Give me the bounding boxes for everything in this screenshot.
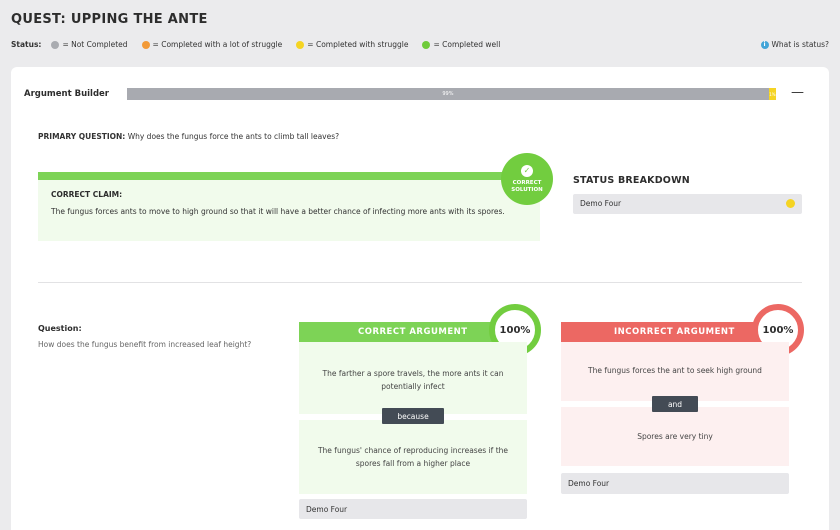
legend-label: = Not Completed — [62, 40, 128, 49]
badge-line2: SOLUTION — [511, 186, 543, 193]
section-divider — [38, 282, 802, 283]
because-connector: because — [382, 408, 444, 424]
yellow-dot-icon — [296, 40, 305, 49]
progress-not-completed-segment: 99% — [442, 91, 454, 97]
and-connector: and — [652, 396, 698, 412]
correct-argument-statement1: The farther a spore travels, the more an… — [322, 369, 504, 391]
collapse-icon[interactable]: — — [791, 85, 804, 100]
primary-question-label: PRIMARY QUESTION: — [38, 132, 126, 141]
correct-solution-badge: ✓ CORRECT SOLUTION — [501, 153, 553, 205]
legend-label: = Completed well — [433, 40, 501, 49]
correct-argument-statement2: The fungus' chance of reproducing increa… — [317, 446, 509, 468]
yellow-status-dot-icon — [786, 199, 795, 208]
correct-claim-text: The fungus forces ants to move to high g… — [51, 207, 505, 216]
progress-bar: 99% 1% — [127, 88, 776, 100]
legend-item-struggle: = Completed with struggle — [296, 40, 408, 49]
info-icon: i — [760, 40, 769, 49]
help-link-text: What is status? — [771, 40, 830, 49]
incorrect-argument-header: INCORRECT ARGUMENT — [561, 322, 777, 342]
check-icon: ✓ — [521, 164, 533, 177]
student-name: Demo Four — [580, 199, 622, 208]
what-is-status-link[interactable]: i What is status? — [760, 40, 830, 49]
incorrect-argument-statement1: The fungus forces the ant to seek high g… — [588, 366, 762, 375]
primary-question-text: Why does the fungus force the ants to cl… — [127, 132, 340, 141]
green-dot-icon — [422, 40, 431, 49]
status-legend: Status: = Not Completed = Completed with… — [11, 40, 514, 49]
incorrect-argument-student: Demo Four — [568, 479, 610, 488]
orange-dot-icon — [141, 40, 150, 49]
legend-item-lot-of-struggle: = Completed with a lot of struggle — [141, 40, 283, 49]
incorrect-argument-statement2: Spores are very tiny — [637, 432, 713, 441]
badge-line1: CORRECT — [512, 179, 542, 186]
legend-item-not-completed: = Not Completed — [51, 40, 128, 49]
page-title: QUEST: UPPING THE ANTE — [11, 12, 208, 27]
status-label: Status: — [11, 40, 42, 49]
progress-struggle-segment: 1% — [768, 88, 776, 100]
status-breakdown-title: STATUS BREAKDOWN — [573, 175, 690, 186]
correct-argument-student: Demo Four — [306, 505, 348, 514]
claim-header-bar — [38, 172, 524, 180]
primary-question: PRIMARY QUESTION: Why does the fungus fo… — [38, 132, 339, 141]
legend-label: = Completed with a lot of struggle — [152, 40, 283, 49]
question-label: Question: — [38, 324, 82, 333]
legend-label: = Completed with struggle — [307, 40, 409, 49]
gray-dot-icon — [51, 40, 60, 49]
legend-item-completed-well: = Completed well — [422, 40, 500, 49]
question-text: How does the fungus benefit from increas… — [38, 340, 252, 349]
correct-claim-title: CORRECT CLAIM: — [51, 190, 123, 199]
argument-builder-label: Argument Builder — [24, 89, 109, 99]
